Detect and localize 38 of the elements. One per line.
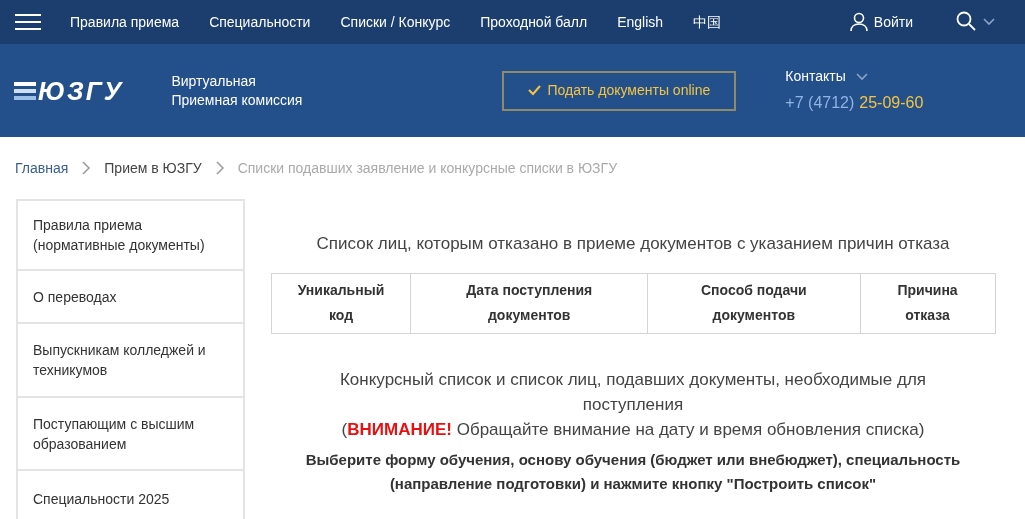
notice-text: (ВНИМАНИЕ! Обращайте внимание на дату и время обновления списка) (341, 418, 925, 441)
nav-link[interactable]: Правила приема (70, 11, 180, 33)
sidebar-item[interactable]: Выпускникам колледжей и техникумов (18, 324, 243, 398)
header-subtitle: Виртуальная (171, 71, 257, 91)
chevron-right-icon (215, 161, 224, 175)
menu-icon[interactable] (15, 13, 41, 31)
sidebar-item[interactable]: О переводах (18, 271, 243, 324)
submit-documents-button[interactable]: Подать документы online (502, 70, 737, 111)
section-title: Конкурсный список и список лиц, подавших документы, необходимые для поступления (338, 368, 927, 416)
breadcrumb-link[interactable]: Прием в ЮЗГУ (104, 157, 202, 179)
chevron-down-icon[interactable] (983, 18, 995, 26)
column-header: Уникальный код (271, 273, 411, 333)
sidebar-item[interactable]: Поступающим с высшим образованием (18, 398, 243, 471)
chevron-right-icon (82, 161, 91, 175)
section-title: Список лиц, которым отказано в приеме документов с указанием причин отказа (316, 233, 950, 255)
column-header: Способ подачи документов (647, 273, 861, 333)
instruction-text: Выберите форму обучения, основу обучения (бюджет или внебюджет), специальность (направление подготовки) и нажмите кнопку "Построить список" (304, 449, 962, 494)
nav-link[interactable]: English (617, 11, 664, 33)
checkmark-icon (528, 85, 542, 96)
chevron-down-icon[interactable] (855, 72, 868, 81)
nav-link[interactable]: Проходной балл (480, 11, 588, 33)
nav-link[interactable]: Списки / Конкурс (340, 11, 451, 33)
phone-code: +7 (4712) (785, 93, 855, 113)
phone-number: 25-09-60 (859, 93, 924, 113)
nav-link[interactable]: 中国 (693, 11, 722, 33)
breadcrumb-current: Списки подавших заявление и конкурсные списки в ЮЗГУ (237, 158, 618, 178)
logo[interactable]: ЮЗГУ (14, 77, 124, 104)
search-icon[interactable] (956, 11, 976, 31)
column-header: Причина отказа (860, 273, 995, 333)
user-icon[interactable] (849, 12, 868, 32)
nav-link[interactable]: Специальности (209, 11, 311, 33)
column-header: Дата поступления документов (410, 273, 648, 333)
contacts-link[interactable]: Контакты (785, 66, 846, 87)
header-subtitle: Приемная комиссия (171, 90, 303, 110)
sidebar-item[interactable]: Правила приема (нормативные документы) (18, 201, 243, 271)
sidebar-item[interactable]: Специальности 2025 (18, 471, 243, 519)
breadcrumb-link[interactable]: Главная (15, 157, 69, 179)
login-link[interactable]: Войти (873, 11, 913, 33)
